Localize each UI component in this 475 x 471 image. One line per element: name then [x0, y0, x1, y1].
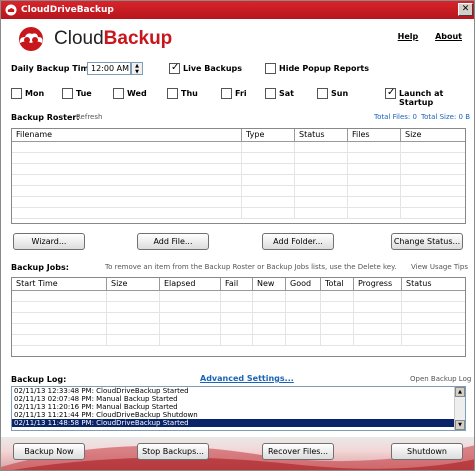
col-size[interactable]: Size [401, 129, 465, 141]
recover-files-button[interactable]: Recover Files... [262, 443, 334, 460]
log-line[interactable]: 02/11/13 12:33:48 PM: CloudDriveBackup S… [12, 387, 465, 395]
backup-jobs-table[interactable]: Start Time Size Elapsed Fail New Good To… [11, 277, 466, 357]
table-row [12, 208, 465, 219]
log-line-selected[interactable]: 02/11/13 11:48:58 PM: CloudDriveBackup S… [12, 419, 465, 427]
wizard-button[interactable]: Wizard... [13, 233, 85, 250]
top-links: Help About [384, 32, 462, 41]
day-checkbox-mon[interactable] [11, 88, 22, 99]
brand-logo: CloudBackup [13, 26, 172, 52]
col-new[interactable]: New [253, 278, 286, 290]
scroll-up-icon[interactable]: ▲ [455, 387, 465, 397]
backup-log-label: Backup Log: [11, 375, 67, 384]
hide-popup-label: Hide Popup Reports [279, 64, 370, 73]
brand-wordmark: CloudBackup [54, 28, 172, 50]
table-row [12, 164, 465, 175]
day-label-thu: Thu [181, 89, 198, 98]
col-filename[interactable]: Filename [12, 129, 242, 141]
view-usage-tips-link[interactable]: View Usage Tips [411, 263, 468, 271]
col-progress[interactable]: Progress [354, 278, 402, 290]
day-label-sun: Sun [331, 89, 349, 98]
table-row [12, 142, 465, 153]
title-bar[interactable]: CloudDriveBackup ✕ [1, 1, 474, 19]
jobs-hint: To remove an item from the Backup Roster… [105, 263, 397, 271]
live-backups-checkbox[interactable] [169, 62, 180, 74]
brand-suffix: Backup [103, 28, 173, 49]
change-status-button[interactable]: Change Status... [391, 233, 463, 250]
day-checkbox-wed[interactable] [113, 88, 124, 99]
table-row [12, 302, 465, 313]
add-folder-button[interactable]: Add Folder... [262, 233, 334, 250]
col-fail[interactable]: Fail [221, 278, 253, 290]
log-line[interactable]: 02/11/13 02:07:48 PM: Manual Backup Star… [12, 395, 465, 403]
add-file-button[interactable]: Add File... [137, 233, 209, 250]
cloud-logo-icon [19, 27, 43, 51]
total-size: Total Size: 0 B [421, 113, 471, 121]
window-title: CloudDriveBackup [21, 5, 114, 15]
log-scrollbar[interactable]: ▲ ▼ [454, 387, 465, 430]
col-status[interactable]: Status [402, 278, 465, 290]
backup-jobs-label: Backup Jobs: [11, 263, 69, 272]
log-line[interactable]: 02/11/13 11:20:16 PM: Manual Backup Star… [12, 403, 465, 411]
backup-log-list[interactable]: 02/11/13 12:33:48 PM: CloudDriveBackup S… [11, 386, 466, 431]
time-spinner[interactable]: ▲ ▼ [131, 62, 143, 75]
day-label-wed: Wed [127, 89, 147, 98]
hide-popup-checkbox[interactable] [265, 63, 276, 74]
table-row [12, 153, 465, 164]
col-good[interactable]: Good [286, 278, 321, 290]
table-row [12, 175, 465, 186]
col-type[interactable]: Type [242, 129, 295, 141]
day-checkbox-sat[interactable] [265, 88, 276, 99]
table-row [12, 186, 465, 197]
day-label-sat: Sat [279, 89, 294, 98]
refresh-link[interactable]: Refresh [76, 113, 102, 121]
jobs-header: Start Time Size Elapsed Fail New Good To… [12, 278, 465, 291]
brand-prefix: Cloud [54, 28, 104, 49]
roster-header: Filename Type Status Files Size [12, 129, 465, 142]
live-backups-label: Live Backups [183, 64, 243, 73]
backup-roster-table[interactable]: Filename Type Status Files Size [11, 128, 466, 224]
launch-startup-checkbox[interactable] [385, 87, 396, 99]
day-checkbox-sun[interactable] [317, 88, 328, 99]
stop-backups-button[interactable]: Stop Backups... [137, 443, 209, 460]
col-start-time[interactable]: Start Time [12, 278, 107, 290]
app-window: CloudDriveBackup ✕ CloudBackup Help Abou… [0, 0, 475, 471]
advanced-settings-link[interactable]: Advanced Settings... [200, 374, 294, 383]
col-total[interactable]: Total [321, 278, 354, 290]
about-link[interactable]: About [435, 32, 462, 41]
backup-roster-label: Backup Roster: [11, 113, 80, 122]
close-icon[interactable]: ✕ [458, 3, 473, 16]
day-label-fri: Fri [235, 89, 247, 98]
col-elapsed[interactable]: Elapsed [160, 278, 221, 290]
help-link[interactable]: Help [398, 32, 419, 41]
day-label-tue: Tue [76, 89, 92, 98]
table-row [12, 324, 465, 335]
scroll-down-icon[interactable]: ▼ [455, 420, 465, 430]
col-size[interactable]: Size [107, 278, 160, 290]
day-label-mon: Mon [25, 89, 45, 98]
daily-backup-time-label: Daily Backup Time: [11, 64, 98, 73]
log-line[interactable]: 02/11/13 11:21:44 PM: CloudDriveBackup S… [12, 411, 465, 419]
day-checkbox-fri[interactable] [221, 88, 232, 99]
table-row [12, 291, 465, 302]
day-checkbox-tue[interactable] [62, 88, 73, 99]
day-checkbox-thu[interactable] [167, 88, 178, 99]
backup-time-input[interactable]: 12:00 AM [87, 62, 131, 75]
col-status[interactable]: Status [295, 129, 348, 141]
app-icon [5, 4, 17, 16]
col-files[interactable]: Files [348, 129, 401, 141]
open-backup-log-link[interactable]: Open Backup Log [410, 375, 471, 383]
backup-now-button[interactable]: Backup Now [13, 443, 85, 460]
table-row [12, 335, 465, 346]
table-row [12, 313, 465, 324]
launch-startup-label: Launch at Startup [399, 89, 444, 107]
total-files: Total Files: 0 [374, 113, 417, 121]
table-row [12, 197, 465, 208]
shutdown-button[interactable]: Shutdown [391, 443, 463, 460]
